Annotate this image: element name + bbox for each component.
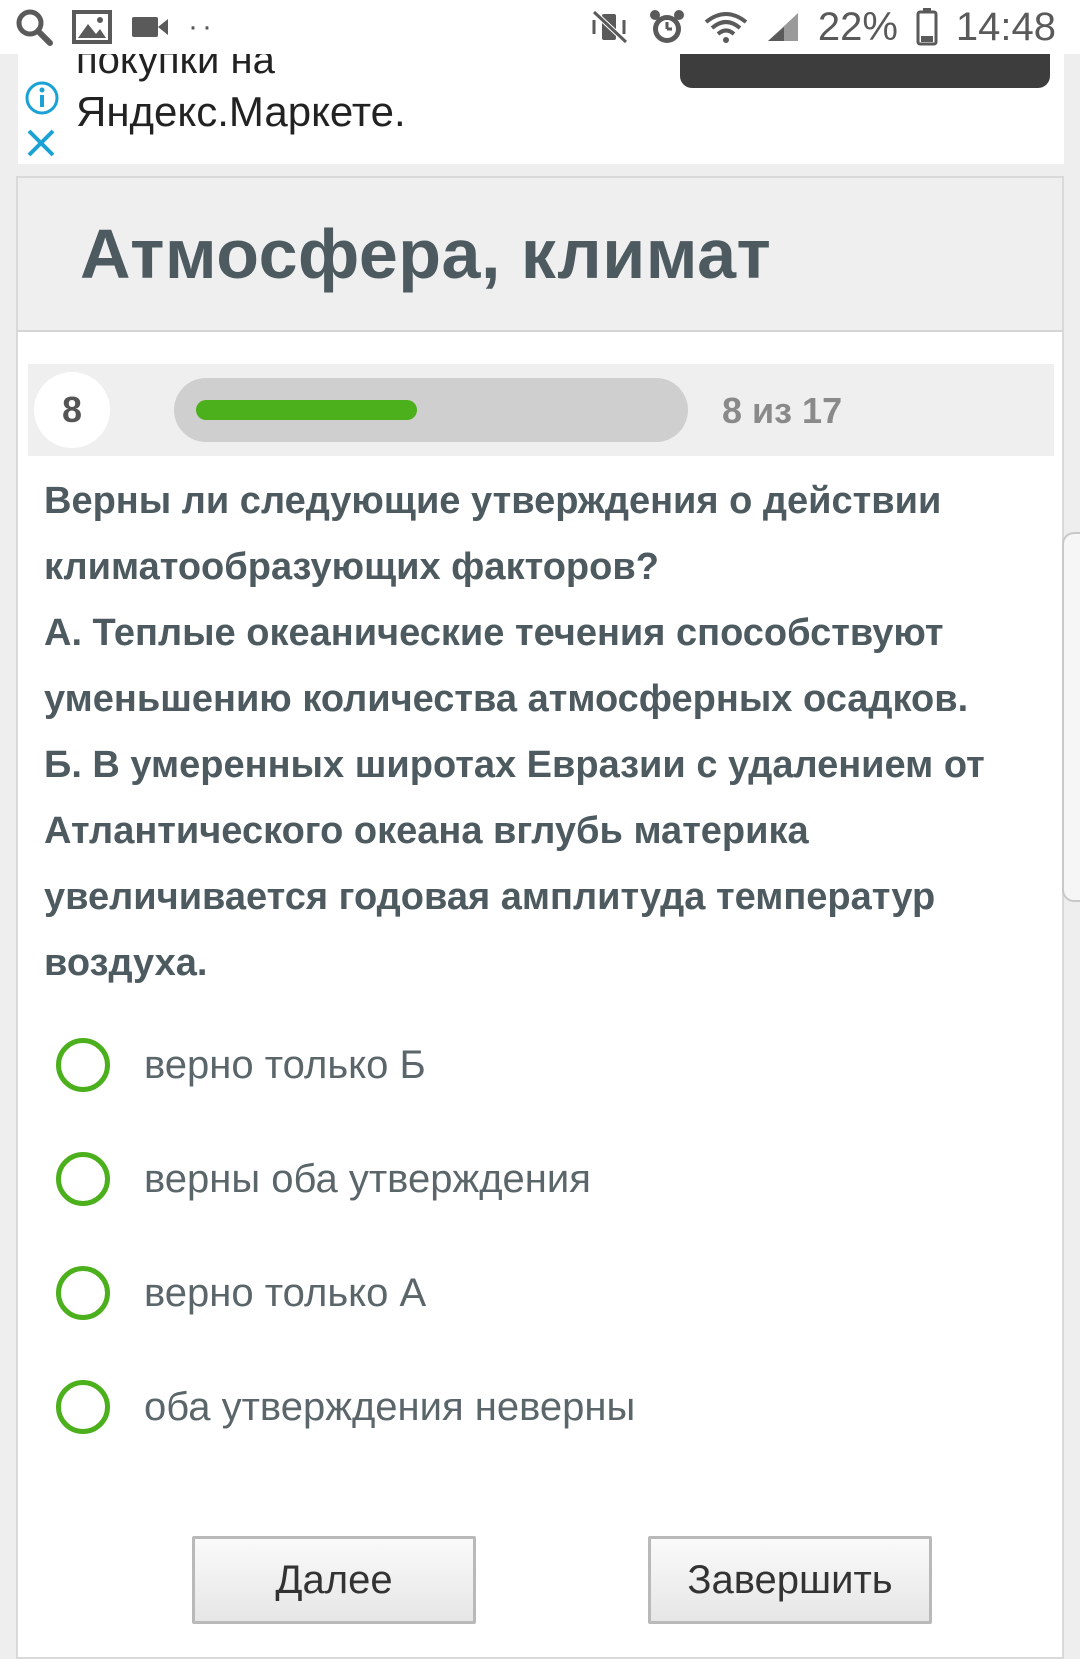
answer-option-label: верно только Б: [144, 1042, 426, 1087]
image-icon: [72, 10, 112, 44]
radio-button[interactable]: [56, 1266, 110, 1320]
answer-options: верно только Б верны оба утверждения вер…: [56, 1008, 1016, 1464]
answer-option[interactable]: верно только А: [56, 1236, 1016, 1350]
mute-vibrate-icon: [590, 10, 630, 44]
question-line: Верны ли следующие утверждения о действи…: [44, 480, 942, 588]
answer-option[interactable]: верны оба утверждения: [56, 1122, 1016, 1236]
answer-option[interactable]: оба утверждения неверны: [56, 1350, 1016, 1464]
close-icon[interactable]: [26, 128, 56, 163]
next-button[interactable]: Далее: [192, 1536, 476, 1624]
scroll-handle[interactable]: [1062, 532, 1080, 902]
quiz-card: Атмосфера, климат 8 8 из 17 Верны ли сле…: [16, 176, 1064, 1659]
radio-button[interactable]: [56, 1152, 110, 1206]
answer-option[interactable]: верно только Б: [56, 1008, 1016, 1122]
status-bar: ·· 22% 14:48: [0, 0, 1080, 54]
answer-option-label: верно только А: [144, 1270, 427, 1315]
answer-option-label: оба утверждения неверны: [144, 1384, 636, 1429]
battery-icon: [916, 8, 938, 46]
answer-option-label: верны оба утверждения: [144, 1156, 591, 1201]
battery-percent: 22%: [817, 4, 898, 49]
quiz-header: Атмосфера, климат: [18, 178, 1062, 332]
question-number-badge: 8: [34, 372, 110, 448]
progress-bar-fill: [196, 400, 417, 420]
ad-text-top: покупки на: [76, 54, 275, 82]
radio-button[interactable]: [56, 1038, 110, 1092]
ad-text: Яндекс.Маркете.: [76, 88, 406, 135]
ad-banner[interactable]: покупки на Яндекс.Маркете.: [18, 54, 1064, 164]
page-title: Атмосфера, климат: [80, 215, 772, 293]
progress-label: 8 из 17: [722, 390, 843, 431]
progress-bar: [174, 378, 688, 442]
info-icon[interactable]: [24, 80, 60, 121]
alarm-icon: [648, 8, 686, 46]
search-icon: [14, 7, 54, 47]
clock: 14:48: [955, 4, 1056, 49]
progress-row: 8 8 из 17: [28, 364, 1054, 456]
question-line: А. Теплые океанические течения способств…: [44, 612, 969, 720]
finish-button[interactable]: Завершить: [648, 1536, 932, 1624]
ad-action-button[interactable]: [680, 54, 1050, 88]
question-line: Б. В умеренных широтах Евразии с удалени…: [44, 744, 985, 984]
question-text: Верны ли следующие утверждения о действи…: [44, 468, 1044, 996]
radio-button[interactable]: [56, 1380, 110, 1434]
signal-icon: [766, 11, 800, 43]
more-dots-icon: ··: [188, 10, 216, 43]
video-camera-icon: [130, 13, 170, 41]
wifi-icon: [704, 10, 748, 44]
